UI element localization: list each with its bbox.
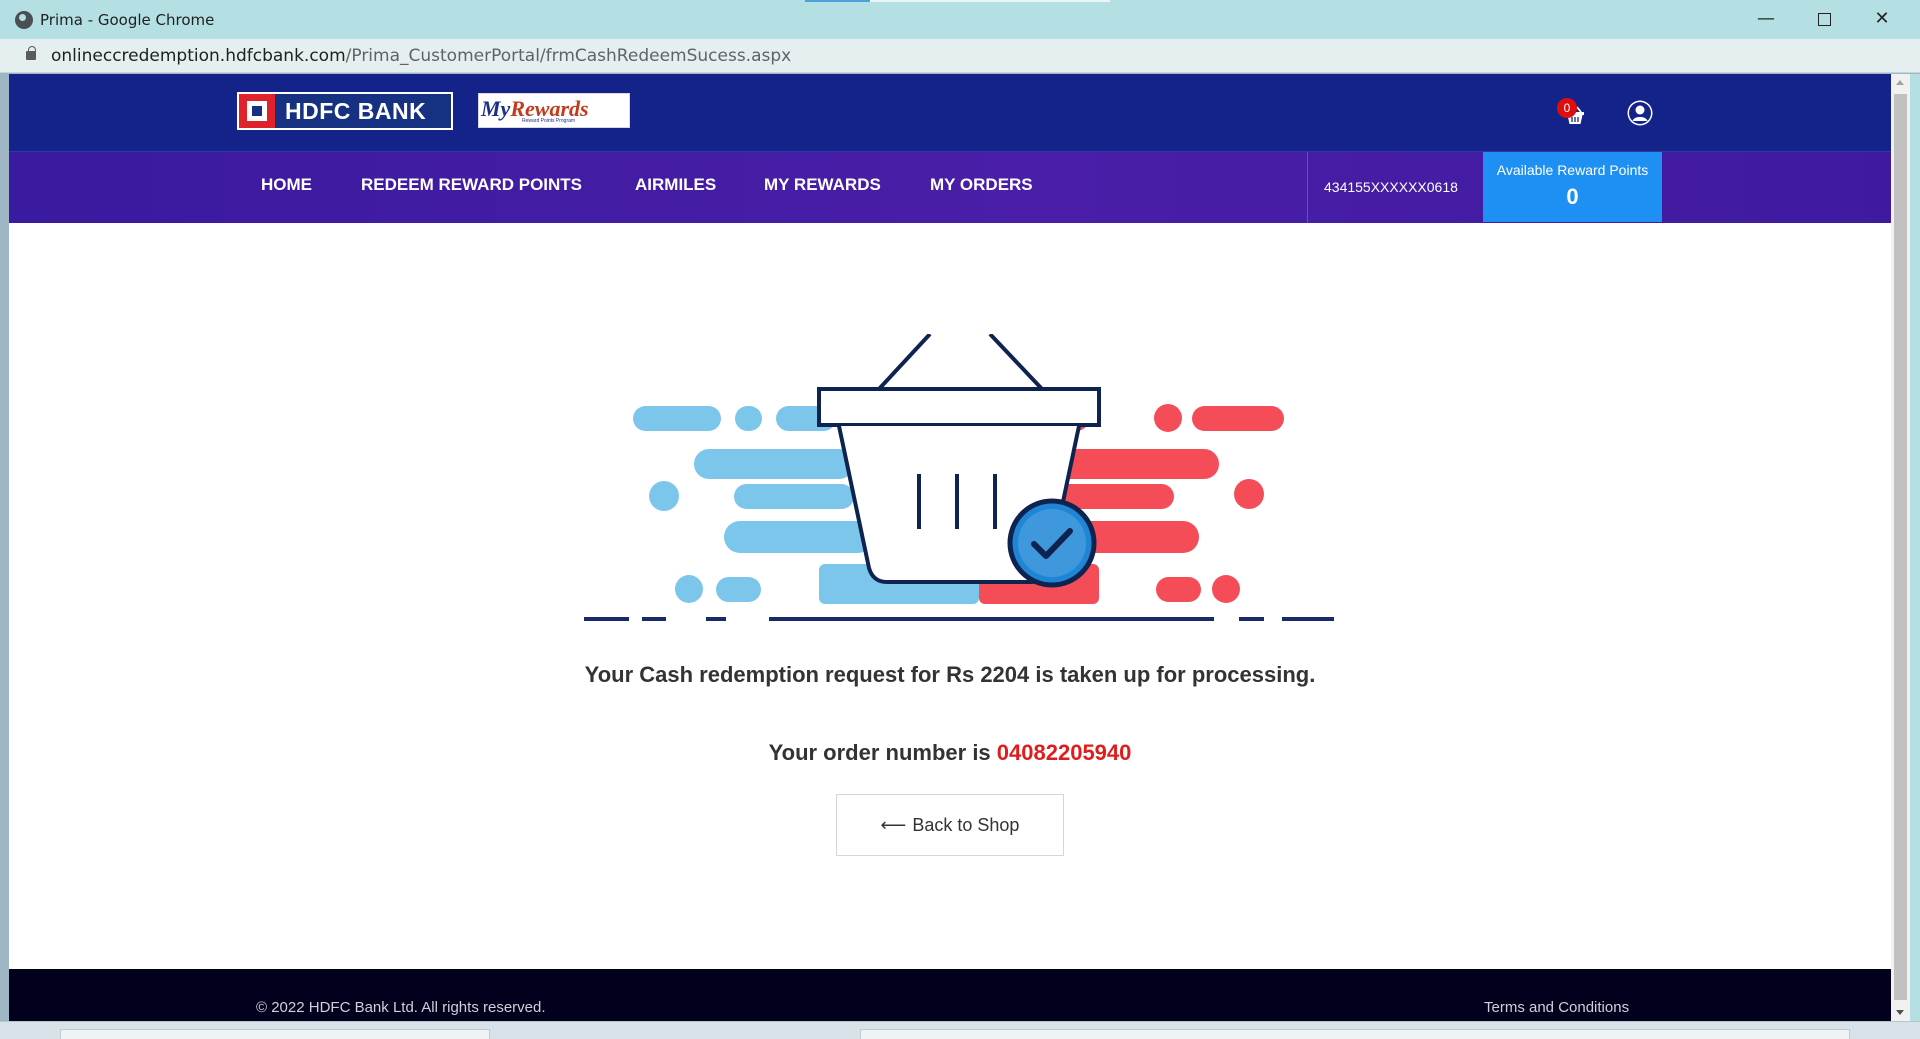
- url-host: onlineccredemption.hdfcbank.com: [51, 46, 346, 66]
- taskbar-window[interactable]: [60, 1029, 490, 1039]
- taskbar-window[interactable]: [860, 1029, 1850, 1039]
- hdfc-mark-icon: [239, 94, 275, 128]
- minimize-button[interactable]: —: [1738, 4, 1794, 34]
- scroll-down-icon[interactable]: [1896, 1010, 1904, 1015]
- nav-home[interactable]: HOME: [261, 175, 312, 195]
- globe-icon: [15, 11, 33, 29]
- order-number: 04082205940: [996, 740, 1132, 765]
- address-bar[interactable]: onlineccredemption.hdfcbank.com/Prima_Cu…: [0, 39, 1920, 73]
- hdfc-bank-logo[interactable]: HDFC BANK: [237, 92, 453, 130]
- available-reward-points: Available Reward Points 0: [1483, 152, 1662, 222]
- user-icon: [1627, 100, 1653, 126]
- main-nav: HOME REDEEM REWARD POINTS AIRMILES MY RE…: [9, 152, 1891, 223]
- back-to-shop-label: Back to Shop: [912, 815, 1020, 835]
- arrow-left-icon: ⟵: [880, 815, 907, 835]
- order-number-label: Your order number is: [768, 740, 991, 765]
- reward-points-value: 0: [1566, 184, 1579, 209]
- myrewards-logo-subtitle: Reward Points Program: [522, 118, 576, 124]
- taskbar-strip: [0, 1021, 1920, 1039]
- url-path: /Prima_CustomerPortal/frmCashRedeemSuces…: [345, 46, 792, 66]
- copyright-text: © 2022 HDFC Bank Ltd. All rights reserve…: [256, 999, 546, 1016]
- tab-indicator-secondary: [870, 0, 1110, 2]
- card-number: 434155XXXXXX0618: [1307, 152, 1483, 223]
- cart-count-badge: 0: [1557, 98, 1577, 118]
- order-number-line: Your order number is 04082205940: [9, 740, 1891, 766]
- bank-name: HDFC BANK: [285, 98, 427, 124]
- nav-redeem-reward-points[interactable]: REDEEM REWARD POINTS: [361, 175, 582, 195]
- window-edge: [1910, 74, 1920, 1021]
- maximize-button[interactable]: [1796, 4, 1852, 34]
- user-account-button[interactable]: [1626, 99, 1654, 127]
- redemption-message: Your Cash redemption request for Rs 2204…: [584, 662, 1316, 687]
- nav-airmiles[interactable]: AIRMILES: [635, 175, 716, 195]
- terms-link[interactable]: Terms and Conditions: [1484, 999, 1629, 1016]
- nav-my-orders[interactable]: MY ORDERS: [930, 175, 1033, 195]
- cart-button[interactable]: 0: [1557, 98, 1589, 130]
- back-to-shop-button[interactable]: ⟵ Back to Shop: [836, 794, 1064, 856]
- scroll-up-icon[interactable]: [1896, 80, 1904, 85]
- lock-icon[interactable]: [26, 46, 36, 60]
- site-footer: © 2022 HDFC Bank Ltd. All rights reserve…: [9, 969, 1891, 1021]
- url-text[interactable]: onlineccredemption.hdfcbank.com/Prima_Cu…: [51, 46, 791, 66]
- browser-titlebar: Prima - Google Chrome — ✕: [0, 0, 1920, 39]
- nav-my-rewards[interactable]: MY REWARDS: [764, 175, 881, 195]
- vertical-scrollbar[interactable]: [1891, 74, 1910, 1021]
- page-viewport: HDFC BANK MyRewards Reward Points Progra…: [9, 74, 1891, 1021]
- scrollbar-thumb[interactable]: [1894, 94, 1907, 1000]
- myrewards-logo[interactable]: MyRewards Reward Points Program: [478, 93, 630, 128]
- reward-points-label: Available Reward Points: [1496, 162, 1649, 178]
- site-header: HDFC BANK MyRewards Reward Points Progra…: [9, 74, 1891, 152]
- maximize-icon: [1817, 12, 1831, 26]
- window-title: Prima - Google Chrome: [40, 11, 215, 29]
- basket-success-illustration: [584, 334, 1334, 621]
- close-button[interactable]: ✕: [1854, 4, 1910, 34]
- tab-indicator: [805, 0, 870, 2]
